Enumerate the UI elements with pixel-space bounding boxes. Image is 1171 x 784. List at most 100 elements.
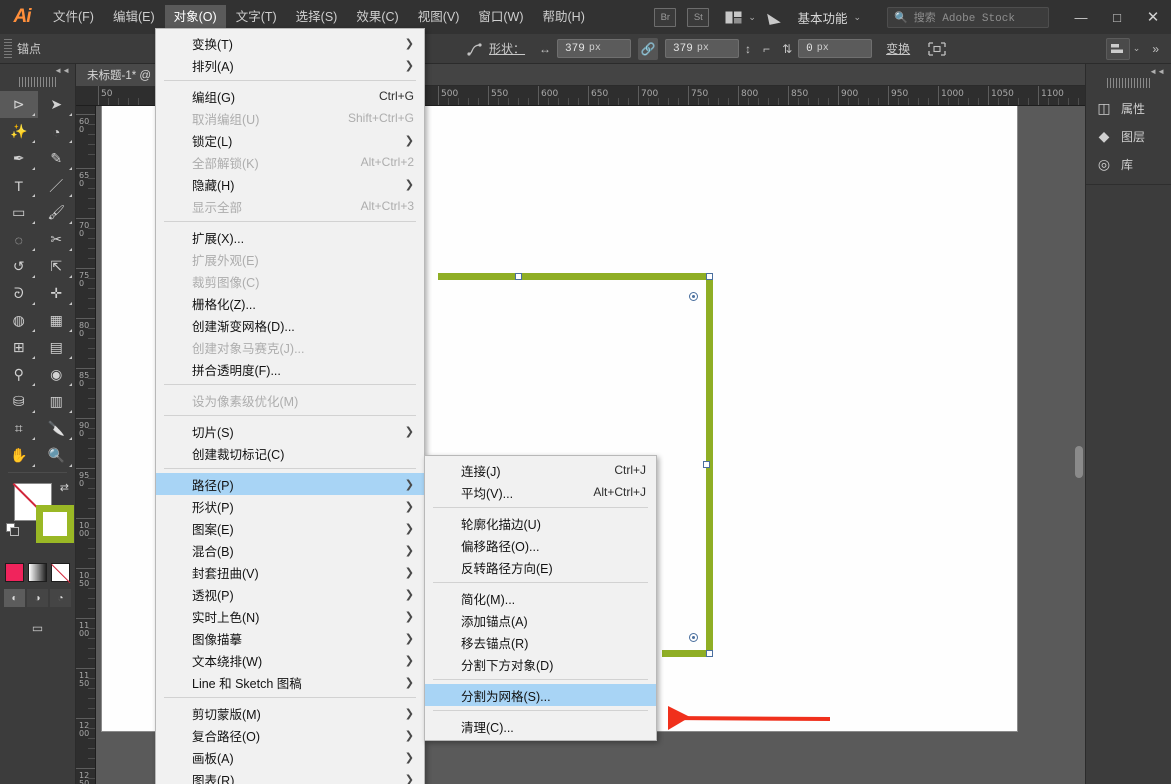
line-segment-tool[interactable]: ／ bbox=[38, 172, 76, 199]
object-menu-item-1[interactable]: 排列(A)❯ bbox=[156, 54, 424, 76]
mesh-tool[interactable]: ⊞ bbox=[0, 334, 38, 361]
object-dropdown-menu[interactable]: 变换(T)❯排列(A)❯编组(G)Ctrl+G取消编组(U)Shift+Ctrl… bbox=[155, 28, 425, 784]
right-panel-grip[interactable] bbox=[1107, 78, 1151, 88]
canvas-scrollbar-thumb[interactable] bbox=[1075, 446, 1083, 478]
object-menu-item-10[interactable]: 扩展(X)... bbox=[156, 226, 424, 248]
anchor-point[interactable] bbox=[703, 461, 710, 468]
path-submenu-item-9[interactable]: 移去锚点(R) bbox=[425, 631, 656, 653]
shape-builder-tool[interactable]: ◍ bbox=[0, 307, 38, 334]
object-menu-item-35[interactable]: 复合路径(O)❯ bbox=[156, 724, 424, 746]
paintbrush-tool[interactable]: 🖌 bbox=[38, 199, 76, 226]
workspace-chevron-icon[interactable]: ⌄ bbox=[853, 12, 861, 23]
stock-button[interactable]: St bbox=[687, 8, 709, 27]
object-menu-item-14[interactable]: 创建渐变网格(D)... bbox=[156, 314, 424, 336]
chevron-down-icon[interactable]: ⌄ bbox=[748, 12, 756, 23]
right-panel-item-图层[interactable]: ◆图层 bbox=[1086, 122, 1171, 150]
path-submenu-item-3[interactable]: 轮廓化描边(U) bbox=[425, 512, 656, 534]
object-menu-item-37[interactable]: 图表(R)❯ bbox=[156, 768, 424, 784]
object-menu-item-0[interactable]: 变换(T)❯ bbox=[156, 32, 424, 54]
anchor-point[interactable] bbox=[515, 273, 522, 280]
transform-label[interactable]: 变换 bbox=[886, 40, 910, 57]
blend-tool[interactable]: ◉ bbox=[38, 361, 76, 388]
align-button[interactable] bbox=[1106, 38, 1130, 60]
object-menu-item-28[interactable]: 透视(P)❯ bbox=[156, 583, 424, 605]
vertical-ruler[interactable]: 6006507007508008509009501000105011001150… bbox=[76, 106, 96, 784]
convert-anchor-icon[interactable] bbox=[467, 42, 483, 56]
path-submenu[interactable]: 连接(J)Ctrl+J平均(V)...Alt+Ctrl+J轮廓化描边(U)偏移路… bbox=[424, 455, 657, 741]
corner-radius-input[interactable]: 0 px bbox=[798, 39, 872, 58]
object-menu-item-25[interactable]: 图案(E)❯ bbox=[156, 517, 424, 539]
stroke-swatch[interactable] bbox=[36, 505, 74, 543]
pen-tool[interactable]: ✒ bbox=[0, 145, 38, 172]
control-bar-grip[interactable] bbox=[4, 39, 12, 59]
control-bar-overflow-icon[interactable]: » bbox=[1152, 42, 1159, 56]
shape-width-input[interactable]: 379 px bbox=[557, 39, 631, 58]
corner-stepper-icon[interactable]: ⇅ bbox=[782, 42, 792, 56]
path-submenu-item-5[interactable]: 反转路径方向(E) bbox=[425, 556, 656, 578]
eyedropper-tool[interactable]: ⚲ bbox=[0, 361, 38, 388]
draw-normal[interactable]: ◐ bbox=[4, 589, 25, 607]
menubar-item-3[interactable]: 文字(T) bbox=[227, 5, 286, 29]
path-submenu-item-4[interactable]: 偏移路径(O)... bbox=[425, 534, 656, 556]
path-submenu-item-8[interactable]: 添加锚点(A) bbox=[425, 609, 656, 631]
object-menu-item-27[interactable]: 封套扭曲(V)❯ bbox=[156, 561, 424, 583]
shape-height-input[interactable]: 379 px bbox=[665, 39, 739, 58]
object-menu-item-16[interactable]: 拼合透明度(F)... bbox=[156, 358, 424, 380]
draw-inside[interactable]: ◔ bbox=[50, 589, 71, 607]
path-segment-top[interactable] bbox=[438, 273, 713, 280]
slice-tool[interactable]: 🔪 bbox=[38, 415, 76, 442]
right-panel-item-库[interactable]: ◎库 bbox=[1086, 150, 1171, 178]
align-chevron-icon[interactable]: ⌄ bbox=[1133, 43, 1141, 54]
shaper-tool[interactable]: ◌ bbox=[0, 226, 38, 253]
path-submenu-item-10[interactable]: 分割下方对象(D) bbox=[425, 653, 656, 675]
magic-wand-tool[interactable]: ✨ bbox=[0, 118, 38, 145]
document-tab[interactable]: 未标题-1* @ bbox=[76, 64, 162, 86]
object-menu-item-5[interactable]: 锁定(L)❯ bbox=[156, 129, 424, 151]
discover-icon[interactable]: ◣ bbox=[766, 7, 781, 27]
path-submenu-item-12[interactable]: 分割为网格(S)... bbox=[425, 684, 656, 706]
menubar-item-6[interactable]: 视图(V) bbox=[409, 5, 469, 29]
gradient-tool[interactable]: ▤ bbox=[38, 334, 76, 361]
corner-type-icon[interactable]: ⌐ bbox=[763, 42, 770, 56]
menubar-item-7[interactable]: 窗口(W) bbox=[469, 5, 532, 29]
object-menu-item-36[interactable]: 画板(A)❯ bbox=[156, 746, 424, 768]
object-menu-item-20[interactable]: 切片(S)❯ bbox=[156, 420, 424, 442]
rotate-tool[interactable]: ↺ bbox=[0, 253, 38, 280]
minimize-button[interactable]: — bbox=[1063, 0, 1099, 34]
arrange-documents-icon[interactable] bbox=[720, 7, 746, 27]
close-button[interactable]: ✕ bbox=[1135, 0, 1171, 34]
bridge-button[interactable]: Br bbox=[654, 8, 676, 27]
direct-selection-tool[interactable]: ➤ bbox=[38, 91, 76, 118]
object-menu-item-3[interactable]: 编组(G)Ctrl+G bbox=[156, 85, 424, 107]
symbol-sprayer-tool[interactable]: ⛁ bbox=[0, 388, 38, 415]
path-submenu-item-1[interactable]: 平均(V)...Alt+Ctrl+J bbox=[425, 481, 656, 503]
object-menu-item-13[interactable]: 栅格化(Z)... bbox=[156, 292, 424, 314]
anchor-point[interactable] bbox=[706, 273, 713, 280]
object-menu-item-29[interactable]: 实时上色(N)❯ bbox=[156, 605, 424, 627]
object-menu-item-7[interactable]: 隐藏(H)❯ bbox=[156, 173, 424, 195]
workspace-label[interactable]: 基本功能 bbox=[797, 8, 847, 27]
menubar-item-5[interactable]: 效果(C) bbox=[347, 5, 407, 29]
tool-panel-collapse[interactable]: ◄◄ bbox=[0, 64, 75, 76]
path-submenu-item-7[interactable]: 简化(M)... bbox=[425, 587, 656, 609]
tool-panel-grip[interactable] bbox=[19, 77, 57, 87]
draw-behind[interactable]: ◑ bbox=[27, 589, 48, 607]
object-menu-item-32[interactable]: Line 和 Sketch 图稿❯ bbox=[156, 671, 424, 693]
link-proportions-button[interactable]: 🔗 bbox=[638, 38, 658, 60]
type-tool[interactable]: T bbox=[0, 172, 38, 199]
column-graph-tool[interactable]: ▥ bbox=[38, 388, 76, 415]
curvature-tool[interactable]: ✎ bbox=[38, 145, 76, 172]
gradient-swatch[interactable] bbox=[28, 563, 47, 582]
scissors-tool[interactable]: ✂ bbox=[38, 226, 76, 253]
object-menu-item-34[interactable]: 剪切蒙版(M)❯ bbox=[156, 702, 424, 724]
object-menu-item-23[interactable]: 路径(P)❯ bbox=[156, 473, 424, 495]
free-transform-tool[interactable]: ✛ bbox=[38, 280, 76, 307]
right-panel-collapse[interactable]: ◄◄ bbox=[1086, 64, 1171, 78]
color-swatch[interactable] bbox=[5, 563, 24, 582]
menubar-item-0[interactable]: 文件(F) bbox=[44, 5, 103, 29]
hand-tool[interactable]: ✋ bbox=[0, 442, 38, 469]
anchor-point[interactable] bbox=[706, 650, 713, 657]
object-menu-item-21[interactable]: 创建裁切标记(C) bbox=[156, 442, 424, 464]
scale-tool[interactable]: ⇱ bbox=[38, 253, 76, 280]
transform-options-icon[interactable] bbox=[928, 42, 946, 56]
